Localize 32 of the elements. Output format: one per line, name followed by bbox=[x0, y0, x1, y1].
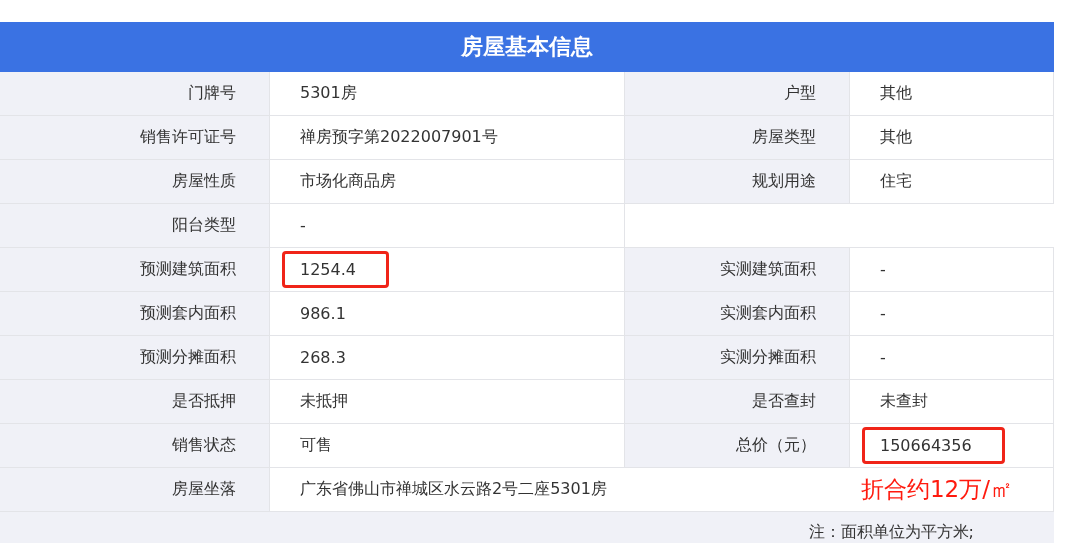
field-value: 禅房预字第2022007901号 bbox=[270, 116, 625, 160]
field-label: 规划用途 bbox=[625, 160, 850, 204]
field-label: 实测套内面积 bbox=[625, 292, 850, 336]
table-title: 房屋基本信息 bbox=[0, 22, 1054, 72]
field-label: 预测套内面积 bbox=[0, 292, 270, 336]
field-label: 销售许可证号 bbox=[0, 116, 270, 160]
field-label: 户型 bbox=[625, 72, 850, 116]
field-label: 预测建筑面积 bbox=[0, 248, 270, 292]
field-label: 门牌号 bbox=[0, 72, 270, 116]
field-value-text: 广东省佛山市禅城区水云路2号二座5301房 bbox=[300, 479, 607, 500]
field-label: 房屋类型 bbox=[625, 116, 850, 160]
field-value: - bbox=[270, 204, 625, 248]
field-label: 房屋坐落 bbox=[0, 468, 270, 512]
field-label: 是否抵押 bbox=[0, 380, 270, 424]
field-value: 可售 bbox=[270, 424, 625, 468]
highlighted-value: 150664356 bbox=[862, 427, 1005, 464]
field-label: 是否查封 bbox=[625, 380, 850, 424]
field-label: 总价（元） bbox=[625, 424, 850, 468]
field-label: 销售状态 bbox=[0, 424, 270, 468]
field-label: 实测建筑面积 bbox=[625, 248, 850, 292]
field-value: 市场化商品房 bbox=[270, 160, 625, 204]
highlighted-value: 1254.4 bbox=[282, 251, 389, 288]
field-value: 未抵押 bbox=[270, 380, 625, 424]
field-label: 预测分摊面积 bbox=[0, 336, 270, 380]
field-label: 阳台类型 bbox=[0, 204, 270, 248]
price-annotation: 折合约12万/㎡ bbox=[861, 475, 1013, 504]
field-value: 986.1 bbox=[270, 292, 625, 336]
field-label: 实测分摊面积 bbox=[625, 336, 850, 380]
field-label: 房屋性质 bbox=[0, 160, 270, 204]
field-value: 5301房 bbox=[270, 72, 625, 116]
field-value: 268.3 bbox=[270, 336, 625, 380]
footnote: 注：面积单位为平方米; bbox=[0, 512, 1054, 543]
